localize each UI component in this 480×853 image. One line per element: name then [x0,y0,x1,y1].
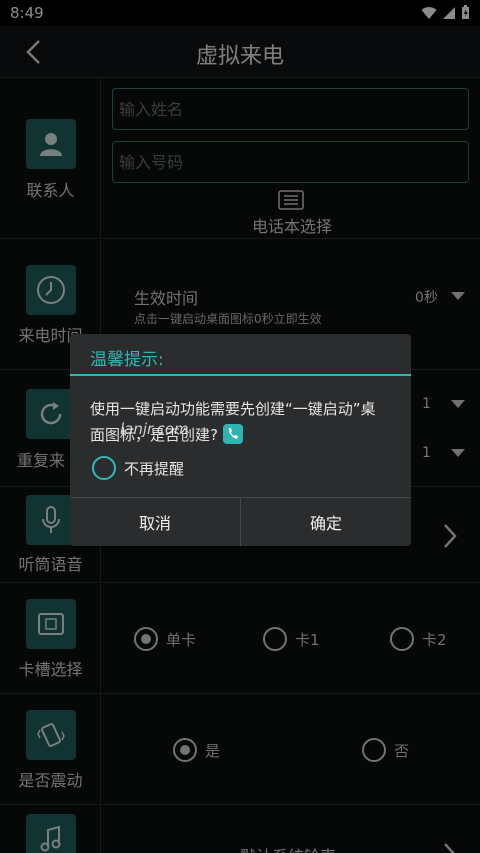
phone-app-icon [222,424,243,444]
dialog-title-divider [70,374,411,376]
watermark: lanjr.com [120,420,189,438]
tip-dialog: 温馨提示: 使用一键启动功能需要先创建“一键启动”桌面图标，是否创建? 不再提醒… [70,334,411,546]
do-not-remind-label[interactable]: 不再提醒 [124,458,184,479]
dialog-buttons: 取消 确定 [70,497,411,546]
dialog-title: 温馨提示: [90,350,164,370]
confirm-button[interactable]: 确定 [240,498,411,546]
cancel-button[interactable]: 取消 [70,498,240,546]
do-not-remind-checkbox[interactable] [92,456,116,480]
